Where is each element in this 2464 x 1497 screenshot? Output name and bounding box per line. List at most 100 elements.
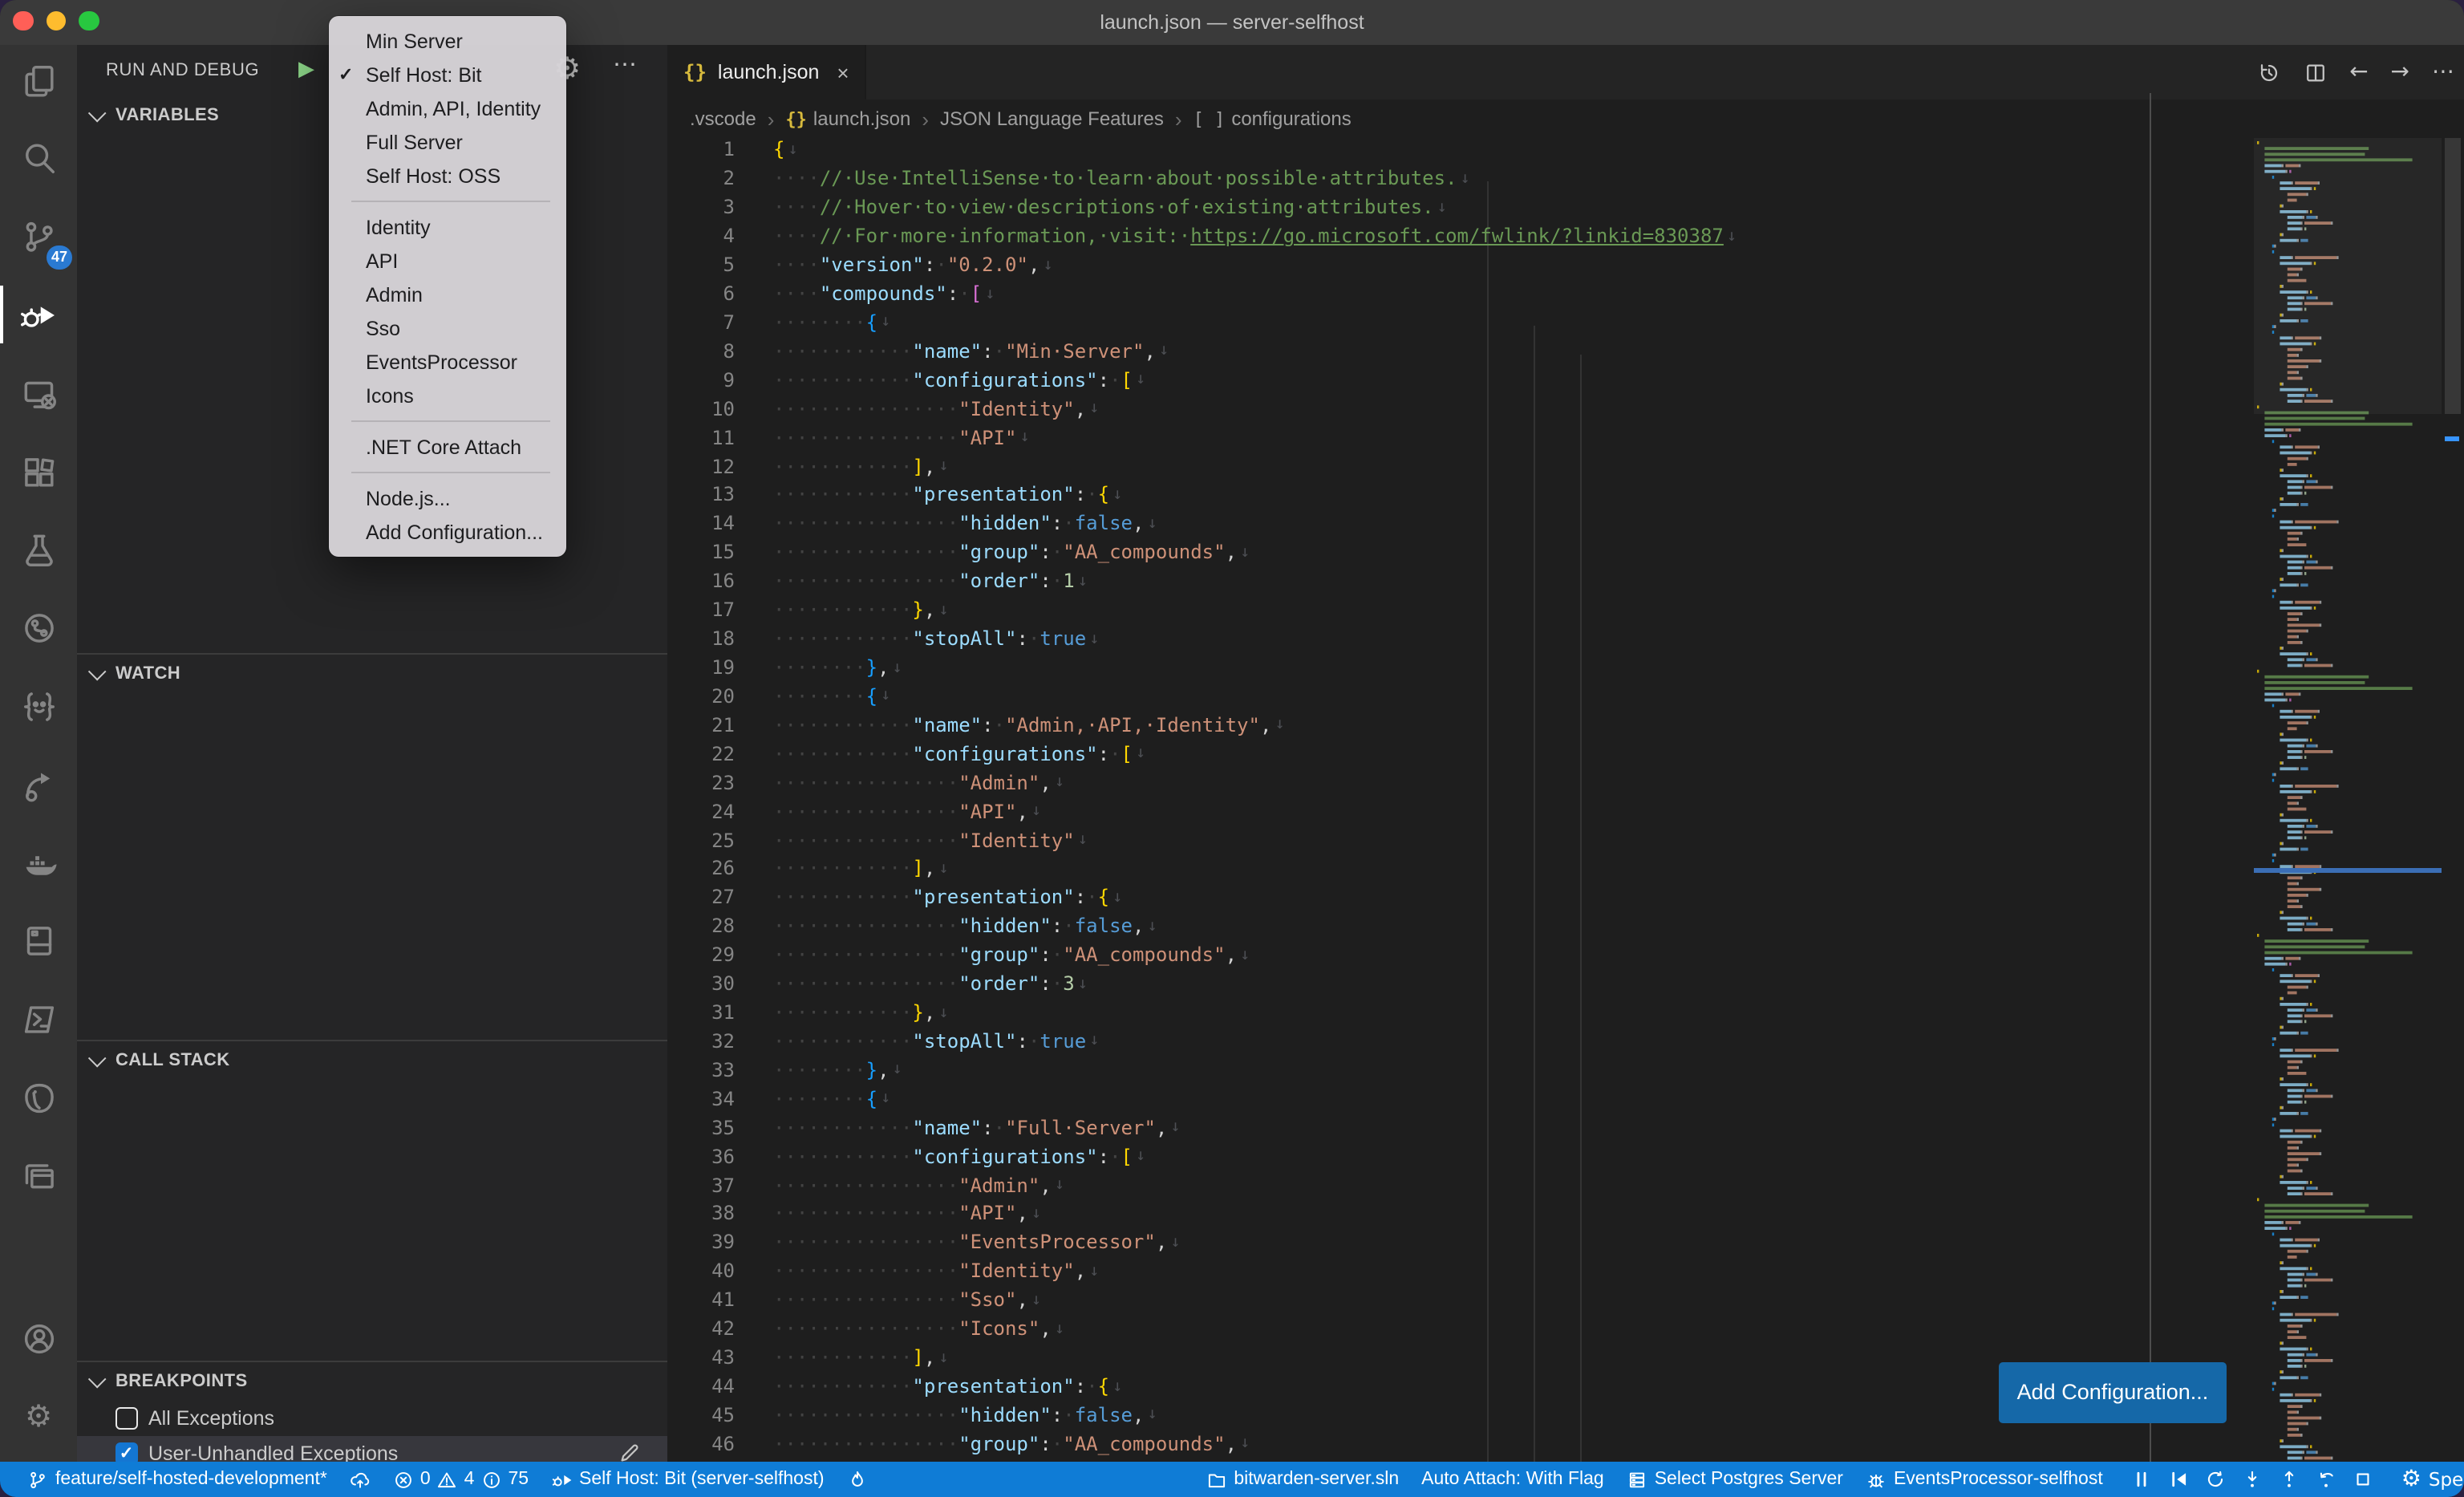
code-line-23: 23················"Admin",↓ [667, 768, 1064, 797]
breadcrumb-item-configurations[interactable]: [ ]configurations [1194, 108, 1352, 130]
test-beaker-icon[interactable] [0, 512, 77, 589]
menu-item-node-js-[interactable]: Node.js... [329, 481, 566, 515]
debug-session-status[interactable]: EventsProcessor-selfhost [1854, 1462, 2114, 1497]
timeline-history-icon[interactable] [2256, 60, 2280, 84]
live-share-icon[interactable] [0, 746, 77, 823]
sidebar-more-icon[interactable]: ⋯ [613, 50, 638, 79]
line-number: 37 [667, 1174, 773, 1196]
line-number: 4 [667, 225, 773, 247]
menu-item-api[interactable]: API [329, 244, 566, 278]
code-line-36: 36············"configurations":·[↓ [667, 1142, 1145, 1170]
sync-changes-status[interactable] [338, 1462, 382, 1497]
cloudup-icon [350, 1469, 371, 1490]
line-number: 39 [667, 1231, 773, 1254]
section-header-breakpoints[interactable]: BREAKPOINTS [77, 1362, 667, 1401]
menu-item-min-server[interactable]: Min Server [329, 24, 566, 58]
chevron-down-icon [88, 1370, 107, 1389]
problems-status[interactable]: 0475 [382, 1462, 540, 1497]
step-back-icon[interactable] [2315, 1468, 2337, 1491]
code-line-27: 27············"presentation":·{↓ [667, 883, 1122, 912]
server-icon [1627, 1469, 1647, 1490]
code-line-46: 46················"group":·"AA_compounds… [667, 1430, 1250, 1458]
storage-icon[interactable] [0, 903, 77, 980]
menu-item-self-host-bit[interactable]: ✓Self Host: Bit [329, 58, 566, 91]
minimap-viewport[interactable] [2254, 138, 2442, 414]
code-line-39: 39················"EventsProcessor",↓ [667, 1228, 1180, 1257]
run-and-debug-icon[interactable] [0, 277, 77, 354]
chevron-down-icon [88, 1049, 107, 1068]
add-configuration-button[interactable]: Add Configuration... [1999, 1362, 2227, 1422]
minimize-window-button[interactable] [46, 10, 66, 30]
menu-item-icons[interactable]: Icons [329, 379, 566, 412]
postgresql-icon[interactable] [0, 1060, 77, 1137]
step-into-icon[interactable] [2241, 1468, 2263, 1491]
menu-item-admin[interactable]: Admin [329, 278, 566, 311]
tab-launch-json[interactable]: {} launch.json × [667, 45, 867, 99]
auto-attach-status[interactable]: Auto Attach: With Flag [1410, 1462, 1615, 1497]
debug-config-status[interactable]: Self Host: Bit (server-selfhost) [540, 1462, 835, 1497]
json-tools-icon[interactable] [0, 668, 77, 745]
split-editor-icon[interactable] [2303, 60, 2327, 84]
line-number: 25 [667, 829, 773, 851]
breadcrumb-item-json-language-features[interactable]: JSON Language Features [940, 108, 1164, 130]
search-icon[interactable] [0, 120, 77, 197]
git-branch-status[interactable]: feature/self-hosted-development* [16, 1462, 338, 1497]
continue-icon[interactable] [2167, 1468, 2190, 1491]
line-number: 15 [667, 542, 773, 564]
restart-icon[interactable] [2204, 1468, 2227, 1491]
powershell-icon[interactable] [0, 981, 77, 1058]
window-layouts-icon[interactable] [0, 1138, 77, 1215]
line-number: 46 [667, 1433, 773, 1455]
breadcrumb: .vscode›{}launch.json›JSON Language Feat… [667, 99, 2464, 138]
accounts-icon[interactable] [0, 1300, 77, 1377]
pause-icon[interactable] [2130, 1468, 2153, 1491]
breadcrumb-item-launch-json[interactable]: {}launch.json [785, 108, 910, 130]
menu-item-self-host-oss[interactable]: Self Host: OSS [329, 159, 566, 193]
step-out-icon[interactable] [2278, 1468, 2300, 1491]
line-number: 24 [667, 800, 773, 822]
menu-item-identity[interactable]: Identity [329, 210, 566, 244]
extensions-icon[interactable] [0, 433, 77, 510]
menu-item-add-configuration-[interactable]: Add Configuration... [329, 515, 566, 549]
section-header-call-stack[interactable]: CALL STACK [77, 1041, 667, 1080]
gitlens-icon[interactable] [0, 590, 77, 667]
remote-explorer-icon[interactable] [0, 355, 77, 432]
solution-status[interactable]: bitwarden-server.sln [1194, 1462, 1410, 1497]
menu-item--net-core-attach[interactable]: .NET Core Attach [329, 430, 566, 464]
menu-item-eventsprocessor[interactable]: EventsProcessor [329, 345, 566, 379]
stop-icon[interactable] [2352, 1468, 2374, 1491]
section-header-watch[interactable]: WATCH [77, 655, 667, 693]
close-tab-icon[interactable]: × [837, 60, 849, 84]
spell-gear-icon: ⚙ [2401, 1468, 2421, 1491]
editor-more-icon[interactable]: ⋯ [2432, 59, 2454, 85]
explorer-icon[interactable] [0, 42, 77, 119]
menu-item-full-server[interactable]: Full Server [329, 125, 566, 159]
breadcrumb-item--vscode[interactable]: .vscode [690, 108, 756, 130]
hot-reload-status[interactable] [836, 1462, 879, 1497]
minimap[interactable] [2254, 138, 2442, 1462]
chevron-down-icon [88, 104, 107, 123]
code-line-33: 33········},↓ [667, 1056, 902, 1085]
zoom-window-button[interactable] [79, 10, 99, 30]
checkbox[interactable] [116, 1408, 137, 1430]
spell-checker-status[interactable]: ⚙Spell [2390, 1462, 2464, 1497]
breakpoint-row[interactable]: All Exceptions [77, 1401, 667, 1436]
source-control-icon[interactable]: 47 [0, 198, 77, 275]
breadcrumb-separator-icon: › [1175, 107, 1182, 131]
line-number: 27 [667, 886, 773, 909]
start-debug-icon[interactable]: ▶ [298, 56, 314, 82]
postgres-status[interactable]: Select Postgres Server [1615, 1462, 1854, 1497]
line-number: 3 [667, 197, 773, 219]
settings-gear-icon[interactable]: ⚙ [0, 1378, 77, 1455]
docker-icon[interactable] [0, 825, 77, 902]
editor-scrollbar[interactable] [2442, 138, 2464, 1462]
menu-item-sso[interactable]: Sso [329, 311, 566, 345]
line-number: 1 [667, 139, 773, 161]
json-file-icon: {} [785, 108, 807, 129]
line-number: 19 [667, 656, 773, 679]
close-window-button[interactable] [13, 10, 33, 30]
menu-item-admin-api-identity[interactable]: Admin, API, Identity [329, 91, 566, 125]
go-back-icon[interactable]: ← [2349, 59, 2368, 85]
go-forward-icon[interactable]: → [2391, 59, 2409, 85]
code-editor[interactable]: 1{↓2····//·Use·IntelliSense·to·learn·abo… [667, 136, 2464, 1462]
